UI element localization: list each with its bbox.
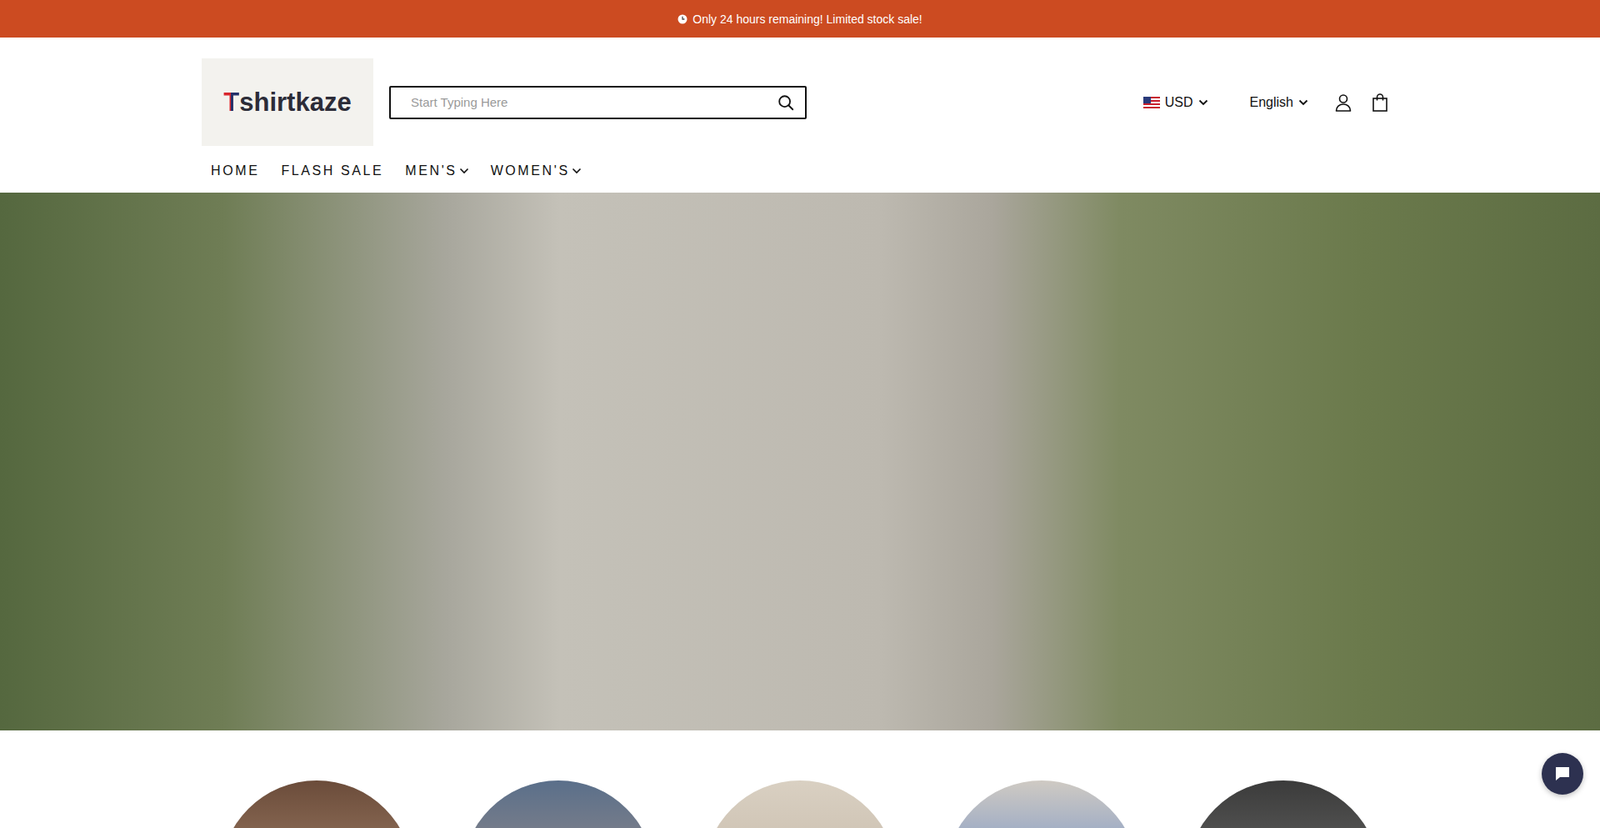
us-flag-icon bbox=[1143, 96, 1160, 109]
storefront-page: Only 24 hours remaining! Limited stock s… bbox=[0, 0, 1600, 828]
announcement-bar: Only 24 hours remaining! Limited stock s… bbox=[0, 0, 1600, 38]
category-image[interactable] bbox=[1186, 780, 1380, 828]
account-icon[interactable] bbox=[1333, 92, 1354, 113]
chat-button[interactable] bbox=[1541, 752, 1584, 795]
language-label: English bbox=[1250, 95, 1294, 110]
nav-item[interactable]: FLASH SALE bbox=[280, 163, 384, 179]
nav-label: WOMEN'S bbox=[490, 163, 570, 179]
site-header: Tshirtkaze USD English HOME FLASH SALE MEN'S W… bbox=[0, 37, 1600, 193]
category-image[interactable] bbox=[461, 780, 655, 828]
currency-label: USD bbox=[1165, 95, 1194, 110]
nav-label: MEN'S bbox=[405, 163, 457, 179]
nav-item[interactable]: HOME bbox=[210, 163, 260, 179]
logo-text: shirtkaze bbox=[239, 87, 351, 118]
nav-label: FLASH SALE bbox=[280, 163, 384, 179]
nav-item[interactable]: MEN'S bbox=[405, 163, 469, 179]
chevron-down-icon bbox=[1298, 99, 1309, 106]
nav-label: HOME bbox=[210, 163, 260, 179]
search-input[interactable] bbox=[409, 94, 777, 110]
search-box[interactable] bbox=[389, 85, 807, 120]
category-image[interactable] bbox=[703, 780, 897, 828]
clock-icon bbox=[677, 14, 688, 25]
currency-selector[interactable]: USD bbox=[1143, 95, 1209, 110]
hero-banner[interactable] bbox=[0, 192, 1600, 730]
category-row bbox=[201, 730, 1399, 828]
announcement-text: Only 24 hours remaining! Limited stock s… bbox=[692, 12, 922, 26]
language-selector[interactable]: English bbox=[1250, 95, 1309, 110]
category-image[interactable] bbox=[220, 780, 414, 828]
chat-bubble-icon bbox=[1552, 763, 1573, 784]
chevron-down-icon bbox=[459, 167, 470, 175]
shopping-bag-icon[interactable] bbox=[1371, 92, 1389, 113]
header-tools: USD English bbox=[1143, 92, 1389, 113]
nav-item[interactable]: WOMEN'S bbox=[490, 163, 582, 179]
chevron-down-icon bbox=[1198, 99, 1209, 106]
category-image[interactable] bbox=[945, 780, 1139, 828]
main-nav: HOME FLASH SALE MEN'S WOMEN'S bbox=[201, 145, 1399, 193]
chevron-down-icon bbox=[571, 167, 582, 175]
logo[interactable]: Tshirtkaze bbox=[201, 58, 374, 146]
logo-initial: T bbox=[223, 87, 240, 118]
search-icon[interactable] bbox=[776, 93, 795, 112]
